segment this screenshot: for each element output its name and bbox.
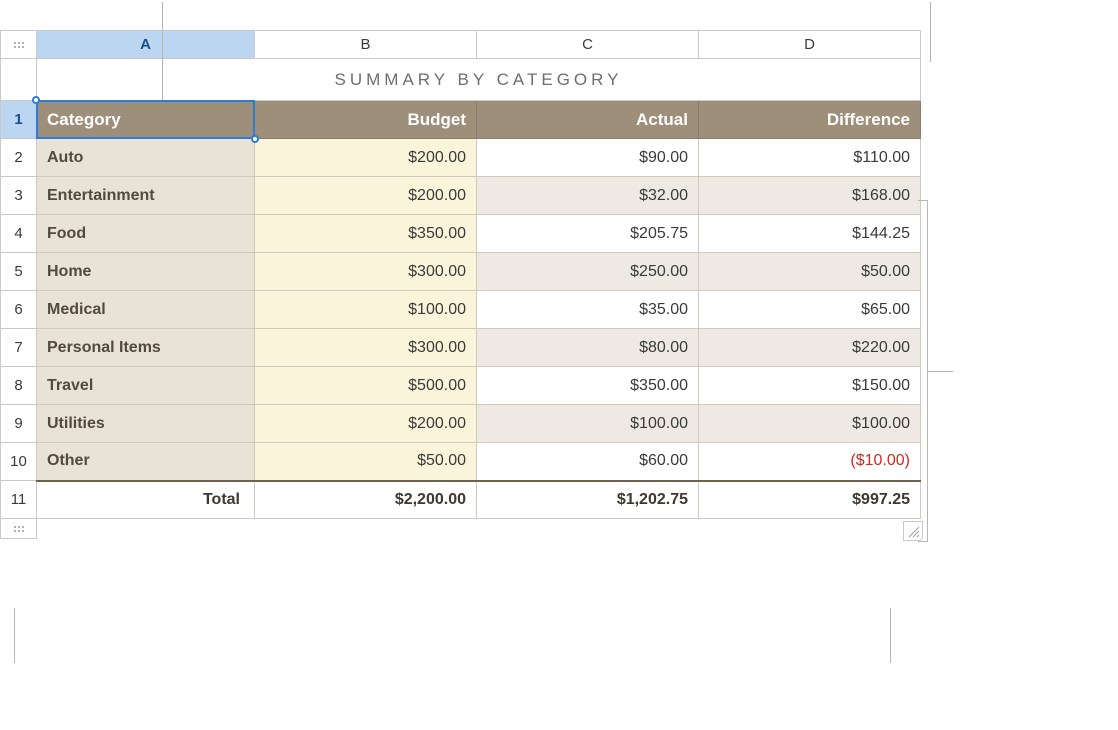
row-header-7[interactable]: 7 [1, 329, 37, 367]
cell-A8[interactable]: Travel [37, 367, 255, 405]
cell-D11[interactable]: $997.25 [699, 481, 921, 519]
cell-C11[interactable]: $1,202.75 [477, 481, 699, 519]
cell-D5[interactable]: $50.00 [699, 253, 921, 291]
table-row: 10Other$50.00$60.00($10.00) [1, 443, 921, 481]
selection-handle[interactable] [251, 135, 259, 143]
column-header-B[interactable]: B [255, 31, 477, 59]
row-header-blank[interactable] [1, 59, 37, 101]
table-footer-row: 11 Total $2,200.00 $1,202.75 $997.25 [1, 481, 921, 519]
cell-A5[interactable]: Home [37, 253, 255, 291]
table-row: 6Medical$100.00$35.00$65.00 [1, 291, 921, 329]
cell-B3[interactable]: $200.00 [255, 177, 477, 215]
table-row: 7Personal Items$300.00$80.00$220.00 [1, 329, 921, 367]
cell-A11[interactable]: Total [37, 481, 255, 519]
column-header-C[interactable]: C [477, 31, 699, 59]
callout-line [14, 608, 15, 663]
add-row-handle[interactable] [1, 519, 37, 539]
row-header-4[interactable]: 4 [1, 215, 37, 253]
cell-B8[interactable]: $500.00 [255, 367, 477, 405]
header-category-label: Category [47, 110, 121, 129]
table-row: 3Entertainment$200.00$32.00$168.00 [1, 177, 921, 215]
column-header-D[interactable]: D [699, 31, 921, 59]
add-row-bar [1, 519, 921, 539]
selection-handle[interactable] [32, 96, 40, 104]
cell-D2[interactable]: $110.00 [699, 139, 921, 177]
cell-C3[interactable]: $32.00 [477, 177, 699, 215]
table-row: 8Travel$500.00$350.00$150.00 [1, 367, 921, 405]
cell-A3[interactable]: Entertainment [37, 177, 255, 215]
table-title-row: SUMMARY BY CATEGORY [1, 59, 921, 101]
cell-D10[interactable]: ($10.00) [699, 443, 921, 481]
cell-D1[interactable]: Difference [699, 101, 921, 139]
cell-C9[interactable]: $100.00 [477, 405, 699, 443]
cell-C10[interactable]: $60.00 [477, 443, 699, 481]
row-header-1[interactable]: 1 [1, 101, 37, 139]
column-header-A[interactable]: A [37, 31, 255, 59]
cell-B6[interactable]: $100.00 [255, 291, 477, 329]
row-header-3[interactable]: 3 [1, 177, 37, 215]
callout-bracket [918, 200, 928, 542]
cell-C2[interactable]: $90.00 [477, 139, 699, 177]
table-row: 4Food$350.00$205.75$144.25 [1, 215, 921, 253]
cell-B11[interactable]: $2,200.00 [255, 481, 477, 519]
cell-B10[interactable]: $50.00 [255, 443, 477, 481]
cell-B9[interactable]: $200.00 [255, 405, 477, 443]
drag-handle-icon [14, 526, 24, 532]
callout-line [162, 2, 163, 106]
cell-D6[interactable]: $65.00 [699, 291, 921, 329]
table-row: 5Home$300.00$250.00$50.00 [1, 253, 921, 291]
spreadsheet-table: A B C D SUMMARY BY CATEGORY 1 Category B… [0, 30, 920, 539]
cell-C4[interactable]: $205.75 [477, 215, 699, 253]
cell-D9[interactable]: $100.00 [699, 405, 921, 443]
table-corner-handle[interactable] [1, 31, 37, 59]
cell-A4[interactable]: Food [37, 215, 255, 253]
column-header-row: A B C D [1, 31, 921, 59]
table-header-row: 1 Category Budget Actual Difference [1, 101, 921, 139]
table-row: 9Utilities$200.00$100.00$100.00 [1, 405, 921, 443]
cell-C7[interactable]: $80.00 [477, 329, 699, 367]
cell-A9[interactable]: Utilities [37, 405, 255, 443]
table-resize-handle[interactable] [903, 521, 923, 541]
callout-line [890, 608, 891, 663]
cell-D4[interactable]: $144.25 [699, 215, 921, 253]
table-title[interactable]: SUMMARY BY CATEGORY [37, 59, 921, 101]
drag-handle-icon [14, 42, 24, 48]
row-header-8[interactable]: 8 [1, 367, 37, 405]
cell-A10[interactable]: Other [37, 443, 255, 481]
row-header-6[interactable]: 6 [1, 291, 37, 329]
callout-line [930, 2, 931, 62]
row-header-11[interactable]: 11 [1, 481, 37, 519]
table-row: 2Auto$200.00$90.00$110.00 [1, 139, 921, 177]
cell-C1[interactable]: Actual [477, 101, 699, 139]
cell-D8[interactable]: $150.00 [699, 367, 921, 405]
cell-B4[interactable]: $350.00 [255, 215, 477, 253]
cell-A7[interactable]: Personal Items [37, 329, 255, 367]
cell-C8[interactable]: $350.00 [477, 367, 699, 405]
cell-A1[interactable]: Category [37, 101, 255, 139]
cell-C5[interactable]: $250.00 [477, 253, 699, 291]
cell-A2[interactable]: Auto [37, 139, 255, 177]
row-header-10[interactable]: 10 [1, 443, 37, 481]
cell-A6[interactable]: Medical [37, 291, 255, 329]
row-header-5[interactable]: 5 [1, 253, 37, 291]
row-header-2[interactable]: 2 [1, 139, 37, 177]
cell-D3[interactable]: $168.00 [699, 177, 921, 215]
cell-D7[interactable]: $220.00 [699, 329, 921, 367]
cell-C6[interactable]: $35.00 [477, 291, 699, 329]
cell-B2[interactable]: $200.00 [255, 139, 477, 177]
cell-B1[interactable]: Budget [255, 101, 477, 139]
resize-corner-icon [908, 526, 920, 538]
cell-B7[interactable]: $300.00 [255, 329, 477, 367]
row-header-9[interactable]: 9 [1, 405, 37, 443]
cell-B5[interactable]: $300.00 [255, 253, 477, 291]
